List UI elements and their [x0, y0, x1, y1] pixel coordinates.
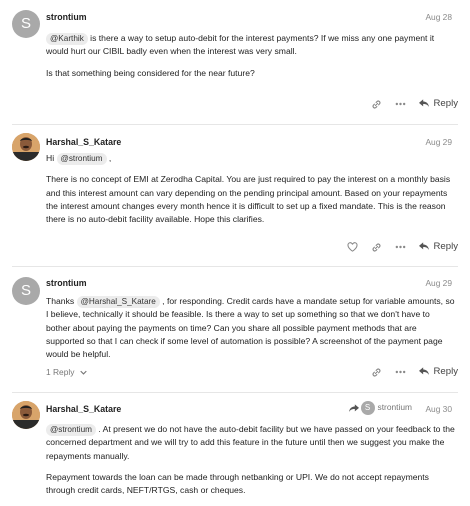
post-2: Harshal_S_Katare Aug 29 Hi @strontium , … [0, 125, 470, 265]
post-username[interactable]: Harshal_S_Katare [46, 136, 121, 150]
avatar[interactable] [12, 133, 40, 161]
post-date[interactable]: Aug 30 [425, 403, 452, 416]
reply-to-tab[interactable]: S strontium [348, 401, 412, 415]
post-paragraph: @strontium . At present we do not have t… [46, 423, 456, 463]
post-actions: Reply [337, 239, 458, 255]
reply-button[interactable]: Reply [419, 365, 458, 380]
post-date[interactable]: Aug 29 [425, 277, 452, 290]
mention[interactable]: @strontium [46, 424, 96, 436]
reply-to-username: strontium [377, 402, 412, 413]
post-body: Hi @strontium , There is no concept of E… [46, 152, 456, 235]
post-paragraph: There is no concept of EMI at Zerodha Ca… [46, 174, 451, 225]
avatar: S [360, 401, 375, 415]
post-body: @strontium . At present we do not have t… [46, 423, 456, 506]
chevron-down-icon [80, 370, 87, 375]
post-text: , [106, 153, 112, 163]
reply-icon [419, 242, 430, 251]
post-4: Harshal_S_Katare S strontium Aug 30 @str… [0, 393, 470, 500]
post-1: S strontium Aug 28 @Karthik is there a w… [0, 0, 470, 120]
post-username[interactable]: strontium [46, 277, 87, 291]
post-text: . At present we do not have the auto-deb… [46, 424, 455, 461]
post-paragraph: Hi @strontium , [46, 152, 456, 165]
post-body: @Karthik is there a way to setup auto-de… [46, 32, 456, 88]
reply-label: Reply [433, 97, 458, 109]
link-icon[interactable] [367, 364, 385, 380]
link-icon[interactable] [367, 96, 385, 112]
mention[interactable]: @Harshal_S_Katare [76, 296, 160, 308]
post-paragraph: @Karthik is there a way to setup auto-de… [46, 32, 456, 59]
reply-button[interactable]: Reply [419, 97, 458, 112]
post-text: is there a way to setup auto-debit for t… [46, 33, 435, 57]
reply-label: Reply [433, 365, 458, 377]
replies-count: 1 Reply [46, 367, 75, 377]
reply-arrow-icon [348, 403, 359, 412]
avatar[interactable]: S [12, 277, 40, 305]
more-icon[interactable] [391, 239, 409, 255]
reply-icon [419, 99, 430, 108]
post-3: S strontium Aug 29 Thanks @Harshal_S_Kat… [0, 267, 470, 391]
post-date[interactable]: Aug 28 [425, 11, 452, 24]
post-paragraph: Repayment towards the loan can be made t… [46, 471, 429, 496]
post-actions: Reply [361, 96, 458, 112]
post-text: Hi [46, 153, 57, 163]
mention[interactable]: @Karthik [46, 33, 88, 45]
more-icon[interactable] [391, 364, 409, 380]
reply-label: Reply [433, 240, 458, 252]
avatar[interactable] [12, 401, 40, 429]
replies-toggle[interactable]: 1 Reply [46, 366, 87, 379]
reply-icon [419, 367, 430, 376]
more-icon[interactable] [391, 96, 409, 112]
post-date[interactable]: Aug 29 [425, 136, 452, 149]
post-paragraph: Is that something being considered for t… [46, 67, 255, 78]
reply-button[interactable]: Reply [419, 240, 458, 255]
mention[interactable]: @strontium [56, 153, 107, 165]
post-paragraph: Thanks @Harshal_S_Katare , for respondin… [46, 295, 456, 362]
post-username[interactable]: strontium [46, 11, 87, 25]
post-text: Thanks [46, 296, 77, 306]
link-icon[interactable] [367, 239, 385, 255]
post-username[interactable]: Harshal_S_Katare [46, 403, 121, 417]
post-body: Thanks @Harshal_S_Katare , for respondin… [46, 295, 456, 370]
post-actions: Reply [361, 364, 458, 380]
heart-icon[interactable] [343, 239, 361, 255]
avatar[interactable]: S [12, 10, 40, 38]
